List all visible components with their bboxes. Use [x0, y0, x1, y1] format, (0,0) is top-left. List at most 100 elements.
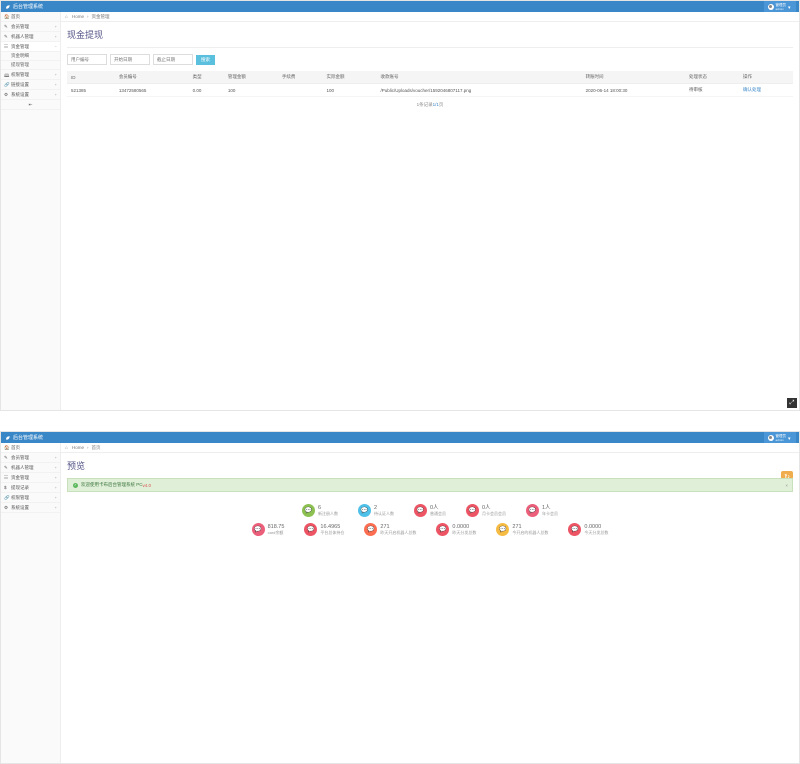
- sidebar-item-system[interactable]: ⚙系统设置+: [1, 90, 60, 100]
- breadcrumb: ⌂ Home › 资金管理: [61, 12, 799, 22]
- topbar: 后台管理系统 管理员 admin ▾: [1, 432, 799, 443]
- sidebar-item-links[interactable]: 🕮权限管理+: [1, 70, 60, 80]
- stat-label: 年卡会员: [542, 511, 558, 516]
- collapse-icon: ⇤: [29, 102, 33, 108]
- sidebar-item-home[interactable]: 🏠首页: [1, 12, 60, 22]
- check-icon: ✓: [73, 483, 78, 488]
- stat-label: 新注册人数: [318, 511, 338, 516]
- th-fee: 手续费: [278, 71, 323, 84]
- topbar: 后台管理系统 管理员 admin ▾: [1, 1, 799, 12]
- withdraw-table: ID 会员编号 类型 管理金额 手续费 实际金额 收款账号 转账时间 处理状态 …: [67, 71, 793, 97]
- sidebar: 🏠首页 ✎会员管理+ ✎机器人管理+ ☷资金管理+ $提现记录+ 🔗权限管理+ …: [1, 443, 61, 763]
- stat-icon: 💬: [568, 523, 581, 536]
- stat-label: 昨天开启机器人总数: [380, 530, 416, 535]
- th-type: 类型: [189, 71, 224, 84]
- stat-label: 昨天分发总数: [452, 530, 476, 535]
- stat-item: 💬0.0000昨天分发总数: [436, 523, 476, 536]
- stat-icon: 💬: [414, 504, 427, 517]
- breadcrumb: ⌂ Home › 首页: [61, 443, 799, 453]
- stat-icon: 💬: [436, 523, 449, 536]
- sidebar-item-robots[interactable]: ✎机器人管理+: [1, 463, 60, 473]
- th-member: 会员编号: [115, 71, 189, 84]
- plus-icon: +: [55, 485, 57, 490]
- sidebar-item-funds[interactable]: ☷资金管理−: [1, 42, 60, 52]
- avatar-icon: [768, 435, 774, 441]
- alert-close-icon[interactable]: ×: [785, 483, 788, 488]
- app-title: 后台管理系统: [13, 3, 43, 10]
- stat-label: 月卡会员会员: [482, 511, 506, 516]
- th-mamt: 管理金额: [224, 71, 278, 84]
- confirm-link[interactable]: 确认处理: [739, 84, 793, 97]
- user-login: admin: [776, 438, 787, 442]
- sidebar-item-members[interactable]: ✎会员管理+: [1, 453, 60, 463]
- sidebar-item-members[interactable]: ✎会员管理+: [1, 22, 60, 32]
- pager: 1条记录1/1页: [67, 97, 793, 113]
- expand-button[interactable]: ⤢: [787, 398, 797, 408]
- plus-icon: +: [55, 72, 57, 77]
- sidebar-sub-detail[interactable]: 资金明细: [1, 52, 60, 61]
- plus-icon: +: [55, 505, 57, 510]
- stat-label: 待认证人数: [374, 511, 394, 516]
- plus-icon: +: [55, 475, 57, 480]
- end-date-input[interactable]: [153, 54, 193, 65]
- plus-icon: +: [55, 455, 57, 460]
- stats-grid: 💬6新注册人数💬2待认证人数💬0人普通会员💬0人月卡会员会员💬1人年卡会员 💬8…: [61, 496, 799, 550]
- stat-icon: 💬: [364, 523, 377, 536]
- stat-icon: 💬: [304, 523, 317, 536]
- stat-item: 💬0.0000今天分发总数: [568, 523, 608, 536]
- stat-item: 💬271今开启的机器人总数: [496, 523, 548, 536]
- sidebar-item-system[interactable]: ⚙系统设置+: [1, 503, 60, 513]
- stat-item: 💬0人月卡会员会员: [466, 504, 506, 517]
- user-menu[interactable]: 管理员 admin ▾: [764, 1, 797, 12]
- plus-icon: +: [55, 82, 57, 87]
- stat-item: 💬818.75card余额: [252, 523, 285, 536]
- userid-input[interactable]: [67, 54, 107, 65]
- stat-item: 💬0人普通会员: [414, 504, 446, 517]
- start-date-input[interactable]: [110, 54, 150, 65]
- th-action: 操作: [739, 71, 793, 84]
- stat-icon: 💬: [496, 523, 509, 536]
- sidebar: 🏠首页 ✎会员管理+ ✎机器人管理+ ☷资金管理− 资金明细 提现管理 🕮权限管…: [1, 12, 61, 410]
- caret-down-icon: ▾: [788, 5, 792, 9]
- sidebar-item-funds[interactable]: ☷资金管理+: [1, 473, 60, 483]
- minus-icon: −: [55, 44, 57, 49]
- sidebar-item-links[interactable]: 🔗权限管理+: [1, 493, 60, 503]
- th-id: ID: [67, 71, 115, 84]
- sidebar-sub-withdraw[interactable]: 提现管理: [1, 61, 60, 70]
- sidebar-item-home[interactable]: 🏠首页: [1, 443, 60, 453]
- stat-item: 💬16.4965平台总体持仓: [304, 523, 344, 536]
- table-row: 521385 13472580565 0.00 100 100 /Public/…: [67, 84, 793, 97]
- stat-item: 💬271昨天开启机器人总数: [364, 523, 416, 536]
- leaf-icon: [5, 435, 11, 441]
- avatar-icon: [768, 4, 774, 10]
- stat-icon: 💬: [358, 504, 371, 517]
- stat-label: 今天分发总数: [584, 530, 608, 535]
- plus-icon: +: [55, 465, 57, 470]
- search-button[interactable]: 搜索: [196, 55, 215, 65]
- stat-label: card余额: [268, 530, 285, 535]
- page-title: 现金提现: [67, 28, 793, 48]
- stat-label: 今开启的机器人总数: [512, 530, 548, 535]
- plus-icon: +: [55, 495, 57, 500]
- sidebar-collapse[interactable]: ⇤: [1, 100, 60, 110]
- page-title: 预览: [67, 459, 793, 472]
- stat-icon: 💬: [302, 504, 315, 517]
- leaf-icon: [5, 4, 11, 10]
- user-menu[interactable]: 管理员 admin ▾: [764, 432, 797, 443]
- home-icon[interactable]: ⌂: [65, 14, 70, 19]
- sidebar-item-robots[interactable]: ✎机器人管理+: [1, 32, 60, 42]
- caret-down-icon: ▾: [788, 436, 792, 440]
- user-login: admin: [776, 7, 787, 11]
- sidebar-item-chain[interactable]: 🔗链接设置+: [1, 80, 60, 90]
- home-icon[interactable]: ⌂: [65, 445, 70, 450]
- search-bar: 搜索: [67, 54, 793, 65]
- th-time: 转账时间: [582, 71, 685, 84]
- sidebar-item-trade[interactable]: $提现记录+: [1, 483, 60, 493]
- stat-icon: 💬: [252, 523, 265, 536]
- plus-icon: +: [55, 34, 57, 39]
- stat-icon: 💬: [466, 504, 479, 517]
- stat-label: 普通会员: [430, 511, 446, 516]
- th-account: 收款账号: [377, 71, 582, 84]
- th-status: 处理状态: [685, 71, 739, 84]
- th-ramt: 实际金额: [323, 71, 377, 84]
